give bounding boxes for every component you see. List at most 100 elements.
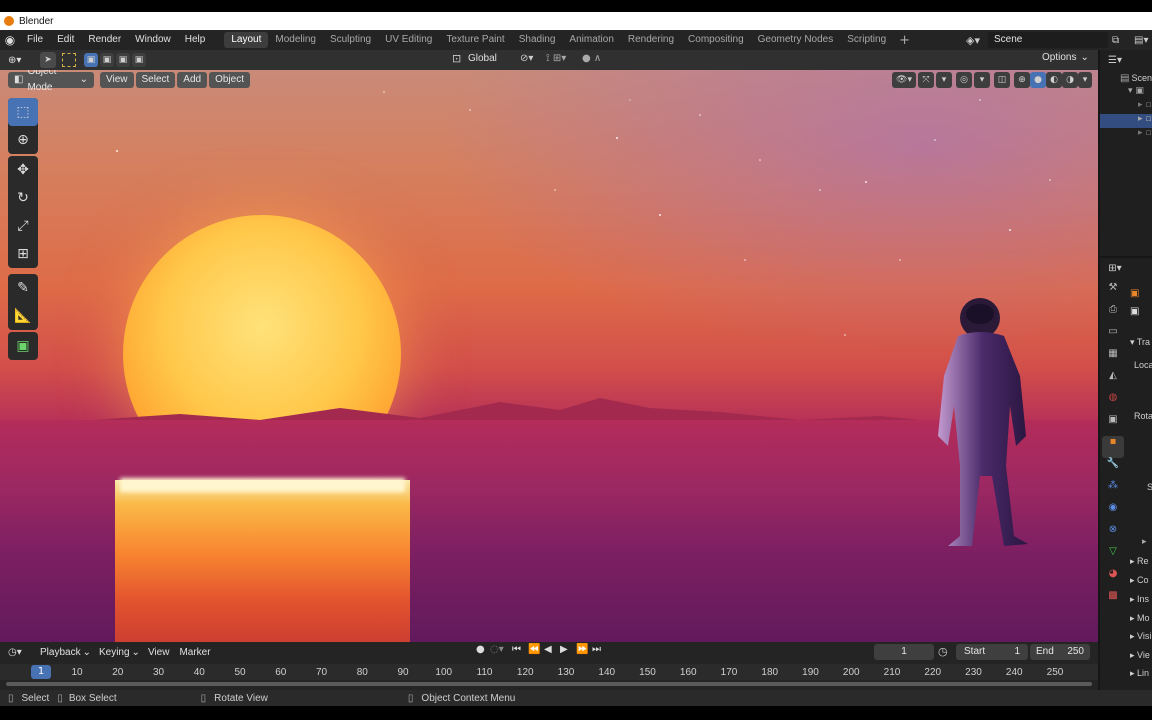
transform-tool-icon[interactable]: ⊞ — [8, 240, 38, 268]
playback-menu[interactable]: Playback — [40, 647, 81, 658]
motion-paths-panel[interactable]: ▸ Mo — [1130, 613, 1150, 624]
outliner-item-row[interactable]: ▸ ▫ — [1100, 100, 1152, 114]
viewport-display-panel[interactable]: ▸ Vie — [1130, 650, 1150, 661]
timeline-editor-icon[interactable]: ◷▾ — [8, 647, 34, 658]
annotate-tool-icon[interactable]: ✎ — [8, 274, 38, 302]
select-box-tool-icon[interactable]: ⬚ — [8, 98, 38, 126]
menu-file[interactable]: File — [20, 30, 50, 50]
outliner-scene-label[interactable]: Scen — [1131, 73, 1152, 83]
line-art-panel[interactable]: ▸ Lin — [1130, 668, 1149, 679]
output-tab-icon[interactable]: ▭ — [1102, 326, 1124, 348]
timeline-scrollbar[interactable] — [6, 682, 1092, 686]
tab-layout[interactable]: Layout — [224, 32, 269, 48]
add-workspace-icon[interactable]: + — [893, 33, 916, 48]
prev-keyframe-icon[interactable]: ⏪ — [528, 644, 544, 655]
mode-subtract-icon[interactable]: ▣ — [116, 53, 130, 67]
timeline-view-menu[interactable]: View — [148, 647, 170, 658]
timeline-ruler[interactable]: 1 10 20 30 40 50 60 70 80 90 100 110 120 130 140 150 16… — [0, 664, 1098, 680]
tab-sculpting[interactable]: Sculpting — [323, 32, 378, 48]
overlays-dropdown-icon[interactable]: ▾ — [974, 72, 990, 88]
play-reverse-icon[interactable]: ◀ — [544, 644, 560, 655]
preview-range-icon[interactable]: ◷ — [938, 645, 948, 658]
tab-geometry-nodes[interactable]: Geometry Nodes — [751, 32, 841, 48]
menu-edit[interactable]: Edit — [50, 30, 81, 50]
start-frame-field[interactable]: Start 1 — [956, 644, 1028, 660]
object-menu[interactable]: Object — [209, 72, 250, 88]
material-shading-icon[interactable]: ◐ — [1046, 72, 1062, 88]
snap-icon[interactable]: ⟟ ⊞▾ — [546, 53, 582, 64]
jump-end-icon[interactable]: ⏭ — [592, 644, 608, 655]
playhead[interactable]: 1 — [31, 665, 51, 679]
3d-viewport[interactable]: ◧ Object Mode ⌄ View Select Add Object 👁… — [0, 70, 1098, 642]
tab-uv-editing[interactable]: UV Editing — [378, 32, 439, 48]
cursor-tool-icon[interactable]: ⊕ — [8, 126, 38, 154]
scene-selector-icon[interactable]: ◈▾ — [966, 34, 988, 47]
blender-menu-icon[interactable]: ◉ — [0, 33, 20, 47]
relations-panel[interactable]: ▸ Re — [1130, 556, 1149, 567]
scene-tab-icon[interactable]: ◭ — [1102, 370, 1124, 392]
menu-help[interactable]: Help — [178, 30, 213, 50]
object-tab-icon[interactable]: ▪ — [1102, 436, 1124, 458]
view-layer-tab-icon[interactable]: ▦ — [1102, 348, 1124, 370]
scale-tool-icon[interactable]: ⤢ — [8, 212, 38, 240]
marker-menu[interactable]: Marker — [179, 647, 210, 658]
xray-icon[interactable]: ◫ — [994, 72, 1010, 88]
select-menu[interactable]: Select — [135, 72, 176, 88]
mode-intersect-icon[interactable]: ▣ — [132, 53, 146, 67]
world-tab-icon[interactable]: ◍ — [1102, 392, 1124, 414]
measure-tool-icon[interactable]: 📐 — [8, 302, 38, 330]
overlays-icon[interactable]: ◎ — [956, 72, 972, 88]
proportional-edit-icon[interactable]: ● ∧ — [582, 53, 612, 64]
tab-shading[interactable]: Shading — [512, 32, 563, 48]
menu-window[interactable]: Window — [128, 30, 178, 50]
physics-tab-icon[interactable]: ◉ — [1102, 502, 1124, 524]
visibility-icon[interactable]: 👁▾ — [892, 72, 916, 88]
solid-shading-icon[interactable]: ● — [1030, 72, 1046, 88]
tab-compositing[interactable]: Compositing — [681, 32, 751, 48]
outliner-collection-row[interactable]: ▾ ▣ — [1100, 86, 1152, 100]
select-box-mode-icon[interactable] — [62, 53, 76, 67]
particles-tab-icon[interactable]: ⁂ — [1102, 480, 1124, 502]
add-menu[interactable]: Add — [177, 72, 208, 88]
tab-texture-paint[interactable]: Texture Paint — [439, 32, 511, 48]
properties-editor-icon[interactable]: ⊞▾ — [1108, 261, 1122, 275]
rendered-shading-icon[interactable]: ◑ — [1062, 72, 1078, 88]
select-tool-icon[interactable]: ➤ — [40, 52, 56, 68]
collection-tab-icon[interactable]: ▣ — [1102, 414, 1124, 436]
move-tool-icon[interactable]: ✥ — [8, 156, 38, 184]
menu-render[interactable]: Render — [81, 30, 128, 50]
record-icon[interactable]: ● — [476, 644, 490, 655]
delta-transform-toggle[interactable]: ▸ — [1142, 536, 1147, 547]
data-tab-icon[interactable]: ▽ — [1102, 546, 1124, 568]
modifier-tab-icon[interactable]: 🔧 — [1102, 458, 1124, 480]
outliner-item-row[interactable]: ▸ ▫ — [1100, 128, 1152, 142]
tool-tab-icon[interactable]: ⚒ — [1102, 282, 1124, 304]
render-tab-icon[interactable]: ⎙ — [1102, 304, 1124, 326]
shading-dropdown-icon[interactable]: ▾ — [1078, 72, 1092, 88]
add-cube-tool-icon[interactable]: ▣ — [8, 332, 38, 360]
mode-set-icon[interactable]: ▣ — [84, 53, 98, 67]
view-menu[interactable]: View — [100, 72, 134, 88]
collections-panel[interactable]: ▸ Co — [1130, 575, 1149, 586]
tab-scripting[interactable]: Scripting — [840, 32, 893, 48]
material-tab-icon[interactable]: ◕ — [1102, 568, 1124, 590]
play-icon[interactable]: ▶ — [560, 644, 576, 655]
pivot-point-icon[interactable]: ⊘▾ — [520, 53, 546, 64]
tab-rendering[interactable]: Rendering — [621, 32, 681, 48]
outliner-item-selected[interactable]: ▸ ▫ — [1100, 114, 1152, 128]
constraints-tab-icon[interactable]: ⊗ — [1102, 524, 1124, 546]
view-layer-icon[interactable]: ▤▾ — [1134, 35, 1152, 46]
gizmo-icon[interactable]: ⤧ — [918, 72, 934, 88]
instancing-panel[interactable]: ▸ Ins — [1130, 594, 1149, 605]
new-scene-icon[interactable]: ⧉ — [1112, 35, 1128, 46]
texture-tab-icon[interactable]: ▩ — [1102, 590, 1124, 612]
transform-panel-header[interactable]: ▾ Tra — [1130, 337, 1150, 348]
jump-start-icon[interactable]: ⏮ — [512, 644, 528, 655]
scene-name-field[interactable]: Scene — [988, 32, 1108, 48]
options-dropdown[interactable]: Options — [1042, 52, 1076, 63]
editor-type-icon[interactable]: ⊕▾ — [8, 55, 30, 66]
current-frame-field[interactable]: 1 — [874, 644, 934, 660]
end-frame-field[interactable]: End 250 — [1030, 644, 1090, 660]
tab-modeling[interactable]: Modeling — [268, 32, 323, 48]
gizmo-dropdown-icon[interactable]: ▾ — [936, 72, 952, 88]
